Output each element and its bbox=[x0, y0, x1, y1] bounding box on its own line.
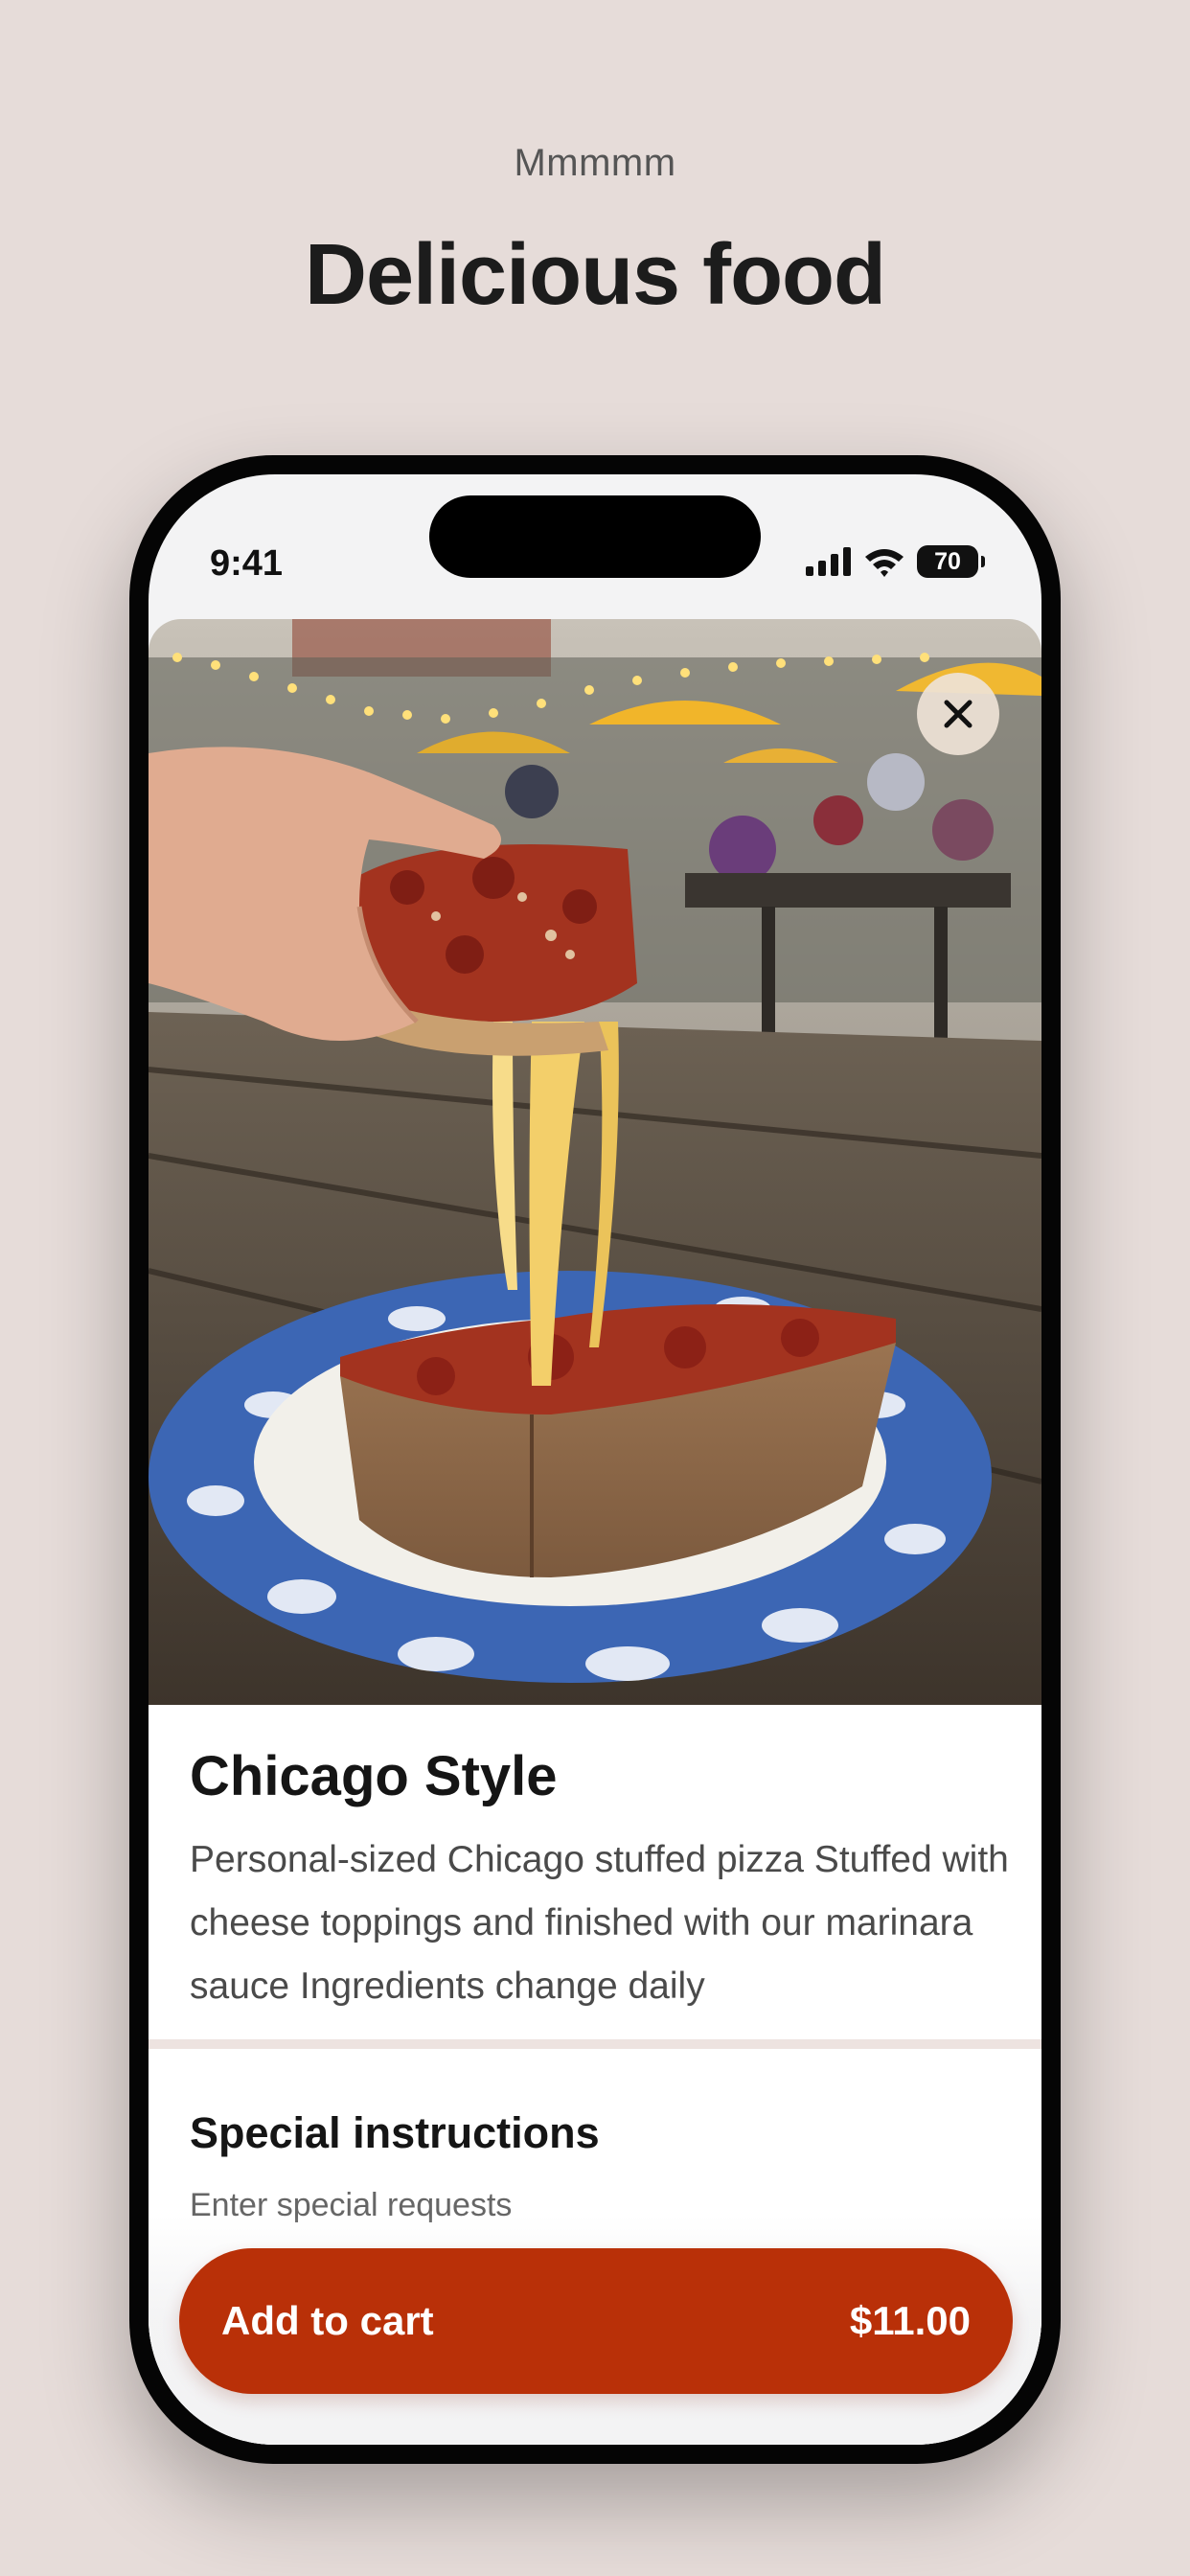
special-instructions-title: Special instructions bbox=[190, 2108, 600, 2157]
status-icons: 70 bbox=[806, 545, 985, 578]
battery-icon: 70 bbox=[917, 545, 985, 578]
wifi-icon bbox=[865, 549, 904, 577]
status-time: 9:41 bbox=[210, 543, 284, 584]
food-photo bbox=[149, 619, 1041, 1705]
add-to-cart-button[interactable]: Add to cart $11.00 bbox=[179, 2248, 1013, 2394]
phone-screen: 9:41 70 Chicago Style Personal-sized Chi… bbox=[149, 474, 1041, 2445]
section-divider bbox=[149, 2039, 1041, 2049]
signal-icon bbox=[806, 547, 851, 576]
item-title: Chicago Style bbox=[190, 1745, 558, 1807]
add-to-cart-label: Add to cart bbox=[221, 2298, 434, 2343]
close-icon bbox=[944, 700, 973, 728]
item-detail-sheet: Chicago Style Personal-sized Chicago stu… bbox=[149, 619, 1041, 2445]
promo-headline: Delicious food bbox=[304, 227, 886, 323]
dynamic-island bbox=[429, 495, 761, 578]
phone-frame: 9:41 70 Chicago Style Personal-sized Chi… bbox=[129, 455, 1061, 2464]
item-description: Personal-sized Chicago stuffed pizza Stu… bbox=[190, 1839, 1009, 2007]
promo-eyebrow: Mmmmm bbox=[514, 142, 676, 184]
close-button[interactable] bbox=[917, 673, 999, 755]
cart-price: $11.00 bbox=[849, 2298, 971, 2343]
